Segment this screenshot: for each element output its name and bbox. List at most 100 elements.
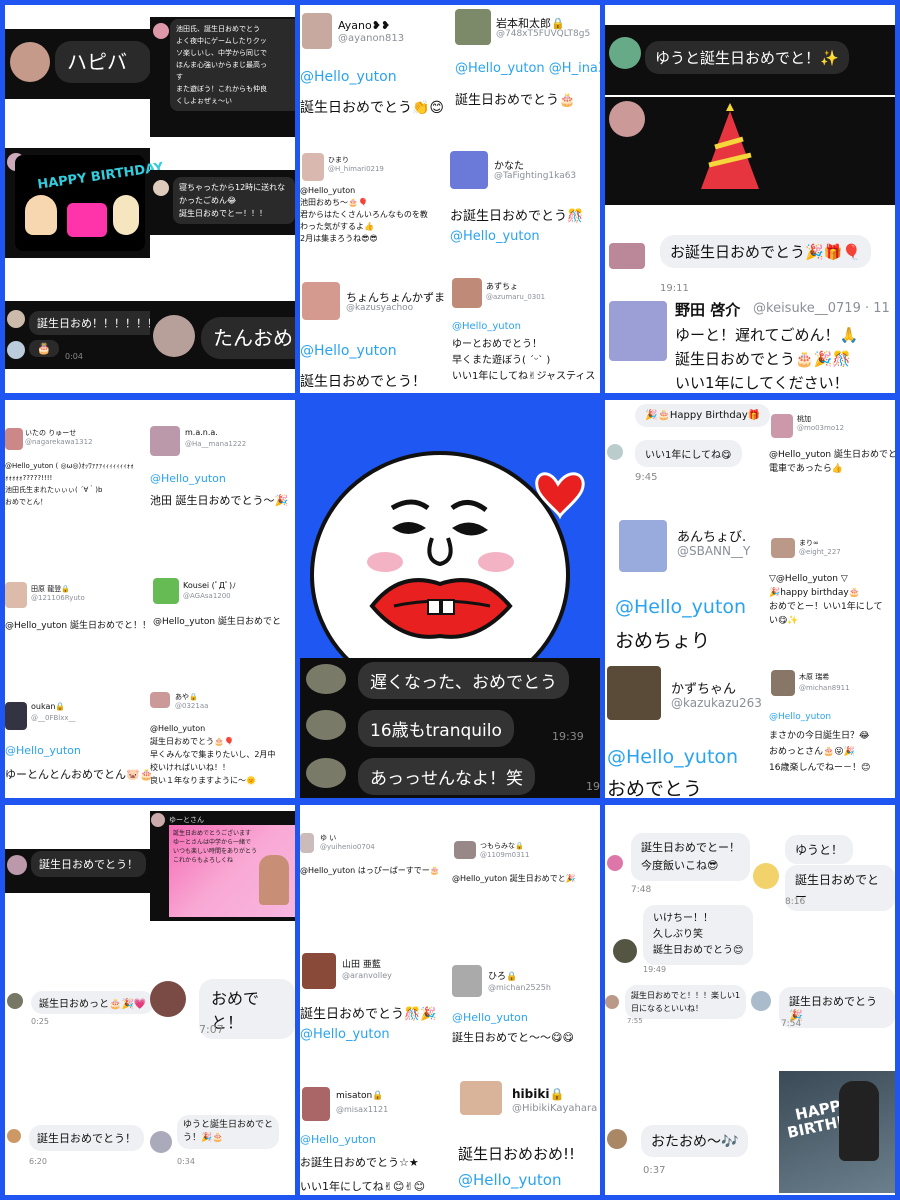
birthday-sticker: HAPPY BIRTHDAY: [15, 155, 164, 251]
mention-link[interactable]: @Hello_yuton: [452, 1011, 528, 1024]
avatar[interactable]: [609, 37, 641, 69]
avatar[interactable]: [306, 758, 346, 788]
avatar[interactable]: [302, 13, 332, 49]
user-name[interactable]: ひろ🔒: [488, 969, 517, 982]
avatar[interactable]: [450, 151, 488, 189]
user-name[interactable]: かなた: [494, 157, 524, 172]
tweet-text: ゆーとんとんおめでとん🐷🎂: [5, 768, 154, 781]
avatar[interactable]: [609, 243, 645, 269]
avatar[interactable]: [5, 428, 23, 450]
mention-link[interactable]: @Hello_yuton: [458, 1171, 561, 1189]
tweet-text: 誕生日おめでとう🎊🎉: [300, 1007, 437, 1022]
avatar[interactable]: [452, 965, 482, 997]
avatar[interactable]: [607, 855, 623, 871]
avatar[interactable]: [613, 939, 637, 963]
user-name[interactable]: Kousei (ﾟДﾟ)ﾉ: [183, 580, 236, 591]
mention-link[interactable]: @Hello_yuton: [300, 69, 397, 85]
avatar[interactable]: [455, 9, 491, 45]
user-name[interactable]: かずちゃん: [671, 678, 736, 697]
user-name[interactable]: ゆ い: [320, 833, 336, 843]
user-name[interactable]: 山田 亜藍: [342, 957, 381, 970]
user-handle: @kazukazu263: [671, 696, 762, 710]
avatar[interactable]: [460, 1081, 502, 1115]
user-name[interactable]: Ayano❥❥: [338, 19, 390, 32]
avatar[interactable]: [150, 1131, 172, 1153]
avatar[interactable]: [609, 101, 645, 137]
rabbit-icon: [113, 195, 139, 235]
avatar[interactable]: [153, 315, 195, 357]
avatar[interactable]: [7, 341, 25, 359]
avatar[interactable]: [150, 692, 170, 708]
user-name[interactable]: 野田 啓介: [675, 299, 740, 320]
user-name[interactable]: oukan🔒: [31, 702, 65, 711]
avatar[interactable]: [605, 995, 619, 1009]
avatar[interactable]: [153, 180, 169, 196]
mention-link[interactable]: @Hello_yuton: [5, 744, 81, 757]
avatar[interactable]: [302, 1087, 330, 1121]
chat-bubble: ゆうと！: [785, 835, 854, 864]
user-name[interactable]: いたの りゅーせ: [25, 428, 76, 438]
avatar[interactable]: [7, 310, 25, 328]
user-name[interactable]: 田原 龍登🔒: [31, 584, 70, 594]
user-name[interactable]: まり∞: [799, 538, 819, 548]
user-name[interactable]: hibiki🔒: [512, 1087, 564, 1101]
avatar[interactable]: [607, 666, 661, 720]
user-name[interactable]: あずちょ: [486, 281, 518, 292]
tweet-text: お誕生日おめでとう🎊: [450, 209, 584, 224]
avatar[interactable]: [10, 42, 50, 82]
avatar[interactable]: [306, 664, 346, 694]
avatar[interactable]: [7, 1129, 21, 1143]
user-name[interactable]: m.a.n.a.: [185, 428, 218, 437]
avatar[interactable]: [302, 282, 340, 320]
avatar[interactable]: [454, 841, 476, 859]
mention-link[interactable]: @Hello_yuton: [769, 712, 831, 722]
avatar[interactable]: [151, 813, 165, 827]
mention-link[interactable]: @Hello_yuton: [300, 343, 397, 359]
chat-bubble: いけちー！！ 久しぶり笑 誕生日おめでとう😊: [643, 905, 754, 965]
user-name[interactable]: つもらみな🔒: [480, 841, 524, 851]
avatar[interactable]: [153, 23, 169, 39]
avatar[interactable]: [619, 520, 667, 572]
user-name[interactable]: あや🔒: [175, 692, 198, 702]
user-name[interactable]: 木原 瑞希: [799, 672, 829, 682]
timestamp: 19:49: [643, 965, 667, 974]
avatar[interactable]: [7, 993, 23, 1009]
avatar[interactable]: [607, 1129, 627, 1149]
avatar[interactable]: [153, 578, 179, 604]
tweet-text: @Hello_yuton ( ◎ω◎)ｵｯﾜｧｧｧｨｨｨｨｨｨｨｫｫ ｫｫｫｫｫ…: [5, 462, 134, 506]
tweet-text: @Hello_yuton 誕生日おめでと！！: [5, 621, 151, 631]
avatar[interactable]: [607, 444, 623, 460]
mention-link[interactable]: @Hello_yuton: [300, 1133, 376, 1146]
avatar[interactable]: [302, 153, 324, 181]
user-name[interactable]: misaton🔒: [336, 1091, 383, 1101]
avatar[interactable]: [5, 702, 27, 730]
avatar[interactable]: [771, 670, 795, 696]
avatar[interactable]: [771, 538, 795, 558]
mention-link[interactable]: @Hello_yuton: [300, 1027, 390, 1042]
mention-link[interactable]: @Hello_yuton: [450, 229, 540, 244]
chat-bubble: 遅くなった、おめでとう: [358, 662, 569, 699]
user-name[interactable]: 桃加: [797, 414, 811, 424]
user-name[interactable]: ひまり: [328, 155, 349, 165]
avatar[interactable]: [300, 833, 314, 853]
mention-link[interactable]: @Hello_yuton: [150, 472, 226, 485]
avatar[interactable]: [452, 278, 482, 308]
mention-link[interactable]: @Hello_yuton: [607, 746, 738, 768]
mention-link[interactable]: @Hello_yuton: [452, 321, 521, 332]
avatar[interactable]: [7, 855, 27, 875]
user-handle: @ayanon813: [338, 33, 405, 44]
avatar[interactable]: [302, 953, 336, 989]
avatar[interactable]: [751, 991, 771, 1011]
avatar[interactable]: [753, 863, 779, 889]
avatar[interactable]: [771, 414, 793, 438]
avatar[interactable]: [150, 426, 180, 456]
avatar[interactable]: [609, 301, 667, 361]
user-handle: @aranvolley: [342, 971, 392, 980]
avatar[interactable]: [5, 582, 27, 608]
avatar[interactable]: [150, 981, 186, 1017]
chat-bubble: おたおめ〜🎶: [641, 1125, 749, 1157]
avatar[interactable]: [306, 710, 346, 740]
mention-link[interactable]: @Hello_yuton: [615, 596, 746, 618]
mention-link[interactable]: @Hello_yuton @H_ina31: [455, 61, 600, 76]
user-name[interactable]: あんちょび.: [677, 526, 746, 545]
